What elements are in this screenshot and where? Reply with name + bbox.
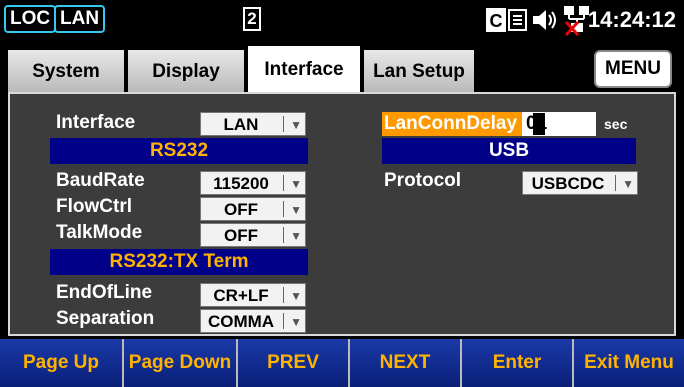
flowctrl-value: OFF [224,200,258,219]
exit-menu-key[interactable]: Exit Menu [572,339,684,387]
lanconndelay-unit: sec [604,116,628,132]
chevron-down-icon: ▼ [290,177,302,191]
endofline-label: EndOfLine [56,282,153,303]
usb-section-header: USB [382,138,636,164]
ce-icon: C [486,8,528,37]
clock: 14:24:12 [587,7,676,32]
interface-label: Interface [56,112,136,133]
baudrate-label: BaudRate [56,170,145,191]
endofline-value: CR+LF [213,286,269,305]
page-down-key[interactable]: Page Down [122,339,236,387]
flowctrl-label: FlowCtrl [56,196,132,217]
interface-value: LAN [223,115,259,134]
text-cursor [533,113,545,135]
enter-key[interactable]: Enter [460,339,572,387]
chevron-down-icon: ▼ [290,118,302,132]
page-up-key[interactable]: Page Up [0,339,122,387]
separation-select[interactable]: COMMA ▼ [200,309,306,333]
tab-lan-setup[interactable]: Lan Setup [364,50,476,94]
svg-text:C: C [490,11,503,31]
protocol-value: USBCDC [531,174,605,193]
protocol-select[interactable]: USBCDC ▼ [522,171,638,195]
chevron-down-icon: ▼ [290,289,302,303]
function-key-bar: Page Up Page Down PREV NEXT Enter Exit M… [0,337,684,387]
interface-select[interactable]: LAN ▼ [200,112,306,136]
separation-label: Separation [56,308,155,329]
speaker-icon [532,8,560,37]
tab-row: System Display Interface Lan Setup MENU [0,42,684,94]
lan-badge: LAN [54,5,106,33]
menu-button[interactable]: MENU [594,50,672,88]
endofline-select[interactable]: CR+LF ▼ [200,283,306,307]
next-key[interactable]: NEXT [348,339,460,387]
rs232-section-header: RS232 [50,138,308,164]
talkmode-value: OFF [224,226,258,245]
tab-interface[interactable]: Interface [248,46,362,94]
separation-value: COMMA [207,312,275,331]
tab-system[interactable]: System [8,50,126,94]
loc-badge: LOC [4,5,57,33]
flowctrl-select[interactable]: OFF ▼ [200,197,306,221]
status-bar: LOC LAN 2 C 14:24:12 [0,0,684,40]
lanconndelay-label: LanConnDelay [382,112,522,136]
tab-display[interactable]: Display [128,50,246,94]
chevron-down-icon: ▼ [290,229,302,243]
chevron-down-icon: ▼ [290,203,302,217]
talkmode-select[interactable]: OFF ▼ [200,223,306,247]
talkmode-label: TalkMode [56,222,143,243]
page-indicator: 2 [243,7,261,31]
chevron-down-icon: ▼ [622,177,634,191]
protocol-label: Protocol [384,170,462,191]
interface-settings-panel: Interface LAN ▼ RS232 BaudRate 115200 ▼ … [8,92,676,336]
baudrate-select[interactable]: 115200 ▼ [200,171,306,195]
chevron-down-icon: ▼ [290,315,302,329]
baudrate-value: 115200 [213,174,269,193]
tx-term-section-header: RS232:TX Term [50,249,308,275]
prev-key[interactable]: PREV [236,339,348,387]
